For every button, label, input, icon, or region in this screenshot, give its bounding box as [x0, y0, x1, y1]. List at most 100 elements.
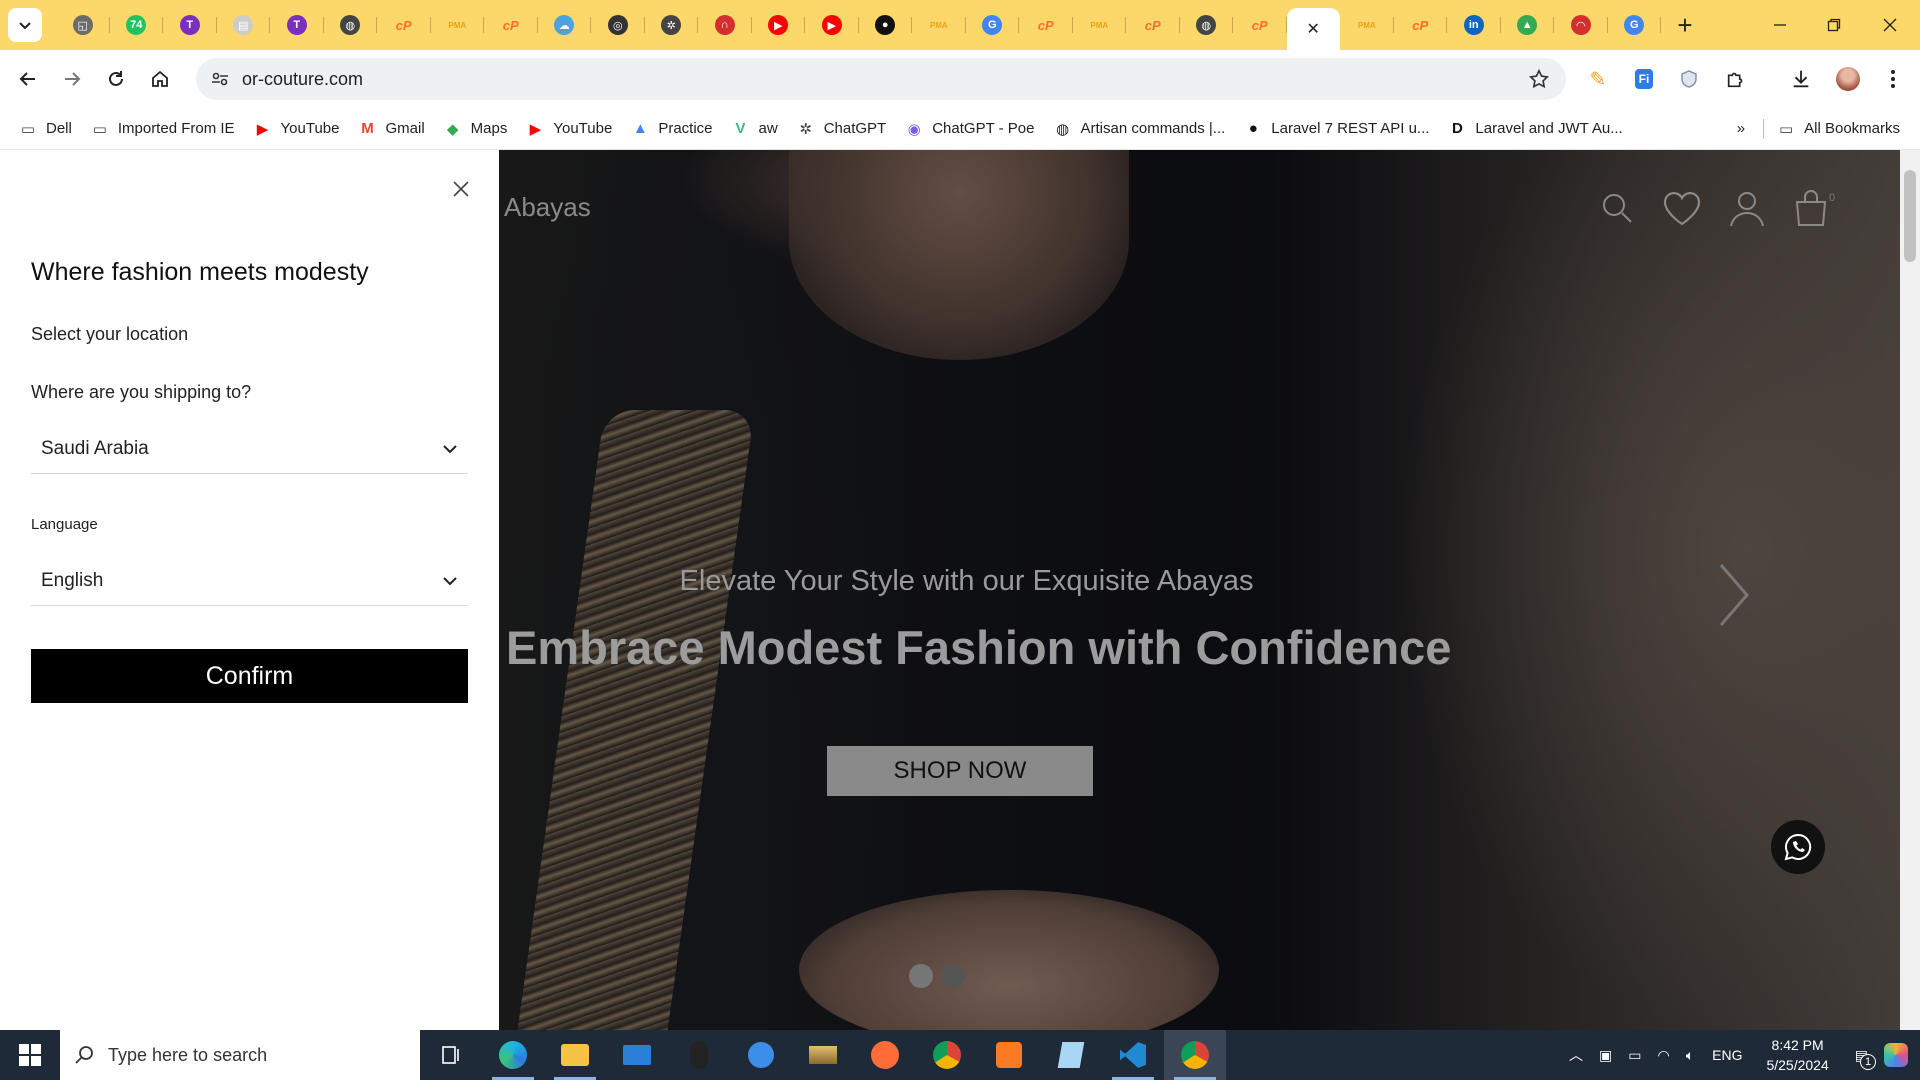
bookmark-item[interactable]: M Gmail	[358, 119, 424, 139]
more-bookmarks-button[interactable]: »	[1737, 120, 1745, 137]
tab[interactable]: in	[1447, 0, 1501, 50]
bookmark-item[interactable]: ◉ ChatGPT - Poe	[904, 119, 1035, 139]
minimize-button[interactable]	[1752, 0, 1808, 50]
taskbar-postman[interactable]	[854, 1030, 916, 1080]
bookmark-item[interactable]: D Laravel and JWT Au...	[1447, 119, 1623, 139]
bookmark-item[interactable]: ✲ ChatGPT	[796, 119, 886, 139]
tab[interactable]: ☁	[538, 0, 592, 50]
tab[interactable]: T	[270, 0, 324, 50]
taskbar-notes[interactable]	[1040, 1030, 1102, 1080]
taskbar-file-explorer[interactable]	[544, 1030, 606, 1080]
home-button[interactable]	[138, 57, 182, 101]
bookmark-item[interactable]: ▲ Practice	[630, 119, 713, 139]
tab[interactable]: ▶	[752, 0, 806, 50]
bookmark-item[interactable]: ▭ Imported From IE	[90, 119, 235, 139]
browser-menu-button[interactable]	[1876, 62, 1910, 96]
start-button[interactable]	[0, 1030, 60, 1080]
taskbar-safari[interactable]	[730, 1030, 792, 1080]
taskbar-xampp[interactable]	[978, 1030, 1040, 1080]
bookmark-item[interactable]: ● Laravel 7 REST API u...	[1243, 119, 1430, 139]
close-panel-button[interactable]	[447, 175, 475, 203]
scrollbar-thumb[interactable]	[1904, 170, 1916, 262]
site-search-button[interactable]	[1595, 186, 1639, 230]
taskbar-chrome[interactable]	[916, 1030, 978, 1080]
network-monitor-icon[interactable]: ▣	[1599, 1047, 1612, 1064]
language-select[interactable]: English	[31, 556, 468, 606]
bookmark-item[interactable]: Vaw	[731, 119, 777, 139]
extension-shield-button[interactable]	[1672, 62, 1706, 96]
extension-fi-button[interactable]: Fi	[1627, 62, 1661, 96]
chevron-up-icon[interactable]: ︿	[1569, 1045, 1583, 1065]
page-scrollbar[interactable]	[1900, 150, 1920, 1030]
tab[interactable]: ▲	[1501, 0, 1555, 50]
tab[interactable]: ◎	[591, 0, 645, 50]
cart-button[interactable]: 0	[1789, 186, 1835, 230]
bookmark-item[interactable]: ▭ Dell	[18, 119, 72, 139]
tab[interactable]: cP	[1233, 0, 1287, 50]
account-button[interactable]	[1725, 186, 1769, 230]
bookmark-star-icon[interactable]	[1528, 68, 1550, 90]
shop-now-button[interactable]: SHOP NOW	[827, 746, 1093, 796]
taskbar-edge[interactable]	[482, 1030, 544, 1080]
country-select[interactable]: Saudi Arabia	[31, 424, 468, 474]
tab[interactable]: 74	[110, 0, 164, 50]
profile-button[interactable]	[1831, 62, 1865, 96]
reload-button[interactable]	[94, 57, 138, 101]
tab[interactable]: ◍	[1180, 0, 1234, 50]
carousel-dot[interactable]	[941, 964, 965, 988]
forward-button[interactable]	[50, 57, 94, 101]
extensions-button[interactable]	[1719, 62, 1753, 96]
tab[interactable]: PMA	[912, 0, 966, 50]
task-view-button[interactable]	[420, 1030, 482, 1080]
carousel-next-button[interactable]	[1707, 555, 1757, 635]
taskbar-chrome-active[interactable]	[1164, 1030, 1226, 1080]
tab[interactable]: ◱	[56, 0, 110, 50]
tab[interactable]: G	[966, 0, 1020, 50]
wifi-icon[interactable]: ◠	[1658, 1047, 1670, 1064]
tab[interactable]: cP	[484, 0, 538, 50]
downloads-button[interactable]	[1784, 62, 1818, 96]
site-logo[interactable]: Abayas	[504, 192, 591, 223]
tab[interactable]: ◠	[1554, 0, 1608, 50]
tab[interactable]: PMA	[431, 0, 485, 50]
input-language[interactable]: ENG	[1712, 1047, 1742, 1063]
tab[interactable]: cP	[1394, 0, 1448, 50]
copilot-icon[interactable]	[1884, 1043, 1908, 1067]
taskbar-app-dark[interactable]	[668, 1030, 730, 1080]
battery-icon[interactable]: ▭	[1628, 1047, 1641, 1064]
extension-pencil-button[interactable]: ✎	[1581, 62, 1615, 96]
tab[interactable]: ●	[859, 0, 913, 50]
tab[interactable]: ✲	[645, 0, 699, 50]
tab[interactable]: cP	[1126, 0, 1180, 50]
address-bar[interactable]: or-couture.com	[196, 58, 1566, 100]
new-tab-button[interactable]: +	[1667, 7, 1703, 43]
tab[interactable]: cP	[1019, 0, 1073, 50]
taskbar-vscode[interactable]	[1102, 1030, 1164, 1080]
all-bookmarks-button[interactable]: ▭ All Bookmarks	[1776, 119, 1900, 139]
bookmark-item[interactable]: ◆ Maps	[443, 119, 507, 139]
taskbar-search-box[interactable]: Type here to search	[60, 1030, 420, 1080]
close-icon[interactable]: ✕	[1303, 19, 1323, 39]
tab[interactable]: PMA	[1073, 0, 1127, 50]
carousel-dot[interactable]	[909, 964, 933, 988]
confirm-button[interactable]: Confirm	[31, 649, 468, 703]
wishlist-button[interactable]	[1660, 186, 1704, 230]
taskbar-mail[interactable]	[606, 1030, 668, 1080]
tab[interactable]: G	[1608, 0, 1662, 50]
restore-button[interactable]	[1806, 0, 1862, 50]
tab[interactable]: ▤	[217, 0, 271, 50]
whatsapp-chat-button[interactable]	[1771, 820, 1825, 874]
tab[interactable]: ◍	[324, 0, 378, 50]
bookmark-item[interactable]: ▶ YouTube	[253, 119, 340, 139]
taskbar-books[interactable]	[792, 1030, 854, 1080]
bookmark-item[interactable]: ◍ Artisan commands |...	[1053, 119, 1225, 139]
tab[interactable]: cP	[377, 0, 431, 50]
volume-icon[interactable]: 🔈︎	[1686, 1047, 1694, 1064]
notifications-button[interactable]: ▤ 1	[1855, 1047, 1876, 1070]
tab[interactable]: ▶	[805, 0, 859, 50]
tab-active[interactable]: ✕	[1286, 8, 1340, 50]
tab[interactable]: PMA	[1340, 0, 1394, 50]
close-window-button[interactable]	[1862, 0, 1918, 50]
bookmark-item[interactable]: ▶ YouTube	[525, 119, 613, 139]
tab[interactable]: T	[163, 0, 217, 50]
